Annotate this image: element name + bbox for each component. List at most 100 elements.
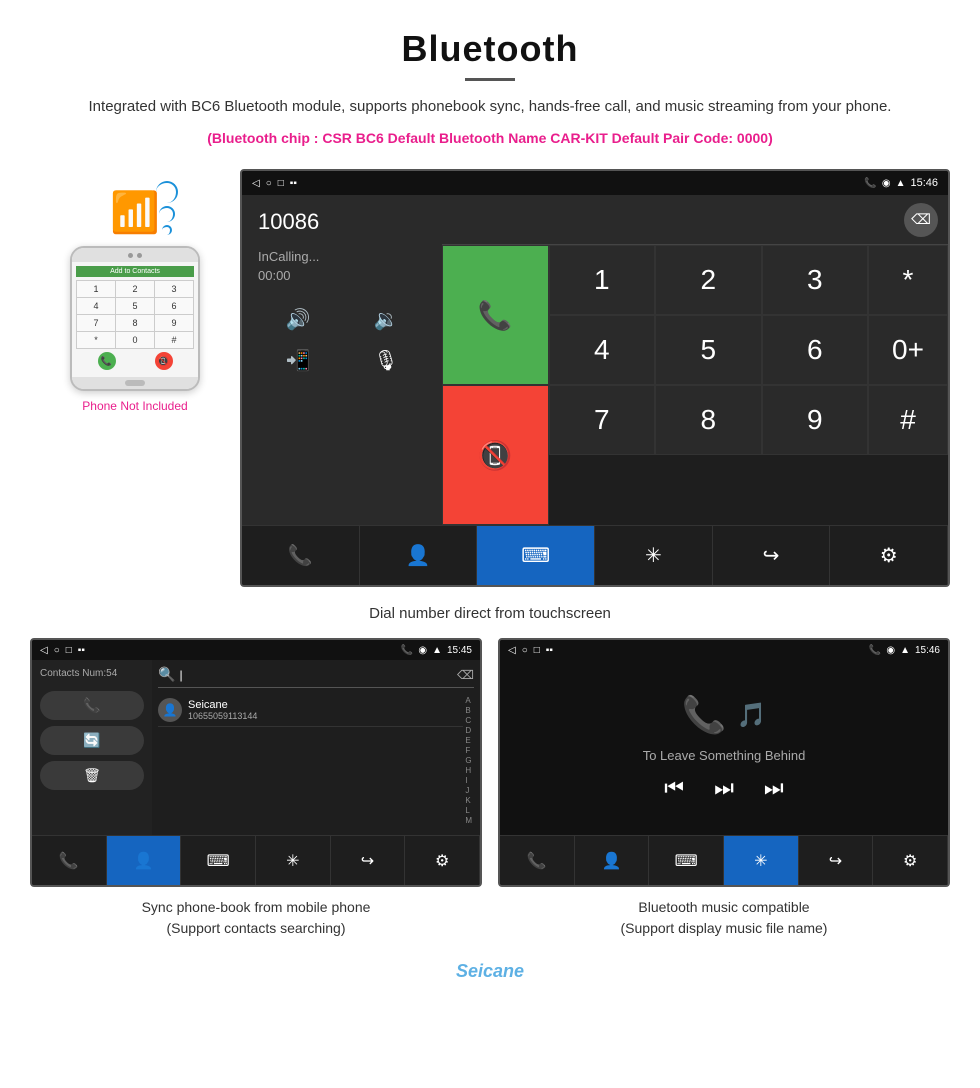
contacts-statusbar-right: 📞 ◉ ▲ 15:45 xyxy=(401,645,472,656)
numpad-key-hash[interactable]: # xyxy=(868,385,948,455)
music-controls: ⏮ ⏭ ⏭ xyxy=(664,775,783,801)
alpha-g[interactable]: G xyxy=(465,756,472,765)
numpad-key-1[interactable]: 1 xyxy=(549,245,656,315)
phone-key-6[interactable]: 6 xyxy=(155,298,193,314)
dial-btn-calls[interactable]: 📞 xyxy=(242,526,360,585)
alpha-l[interactable]: L xyxy=(465,806,472,815)
dial-timer: 00:00 xyxy=(258,268,426,283)
numpad-key-5[interactable]: 5 xyxy=(655,315,762,385)
phone-top-bar xyxy=(72,248,198,262)
contacts-left-panel: Contacts Num:54 📞 🔄 🗑 xyxy=(32,660,152,835)
dial-btn-dialpad[interactable]: ⌨ xyxy=(477,526,595,585)
phone-key-9[interactable]: 9 xyxy=(155,315,193,331)
contacts-nav-contacts[interactable]: 👤 xyxy=(107,836,182,885)
mic-icon[interactable]: 🎙 xyxy=(346,344,426,377)
transfer-icon[interactable]: 📲 xyxy=(258,344,338,377)
alpha-k[interactable]: K xyxy=(465,796,472,805)
alpha-j[interactable]: J xyxy=(465,786,472,795)
numpad-key-star[interactable]: * xyxy=(868,245,948,315)
phone-call-button[interactable]: 📞 xyxy=(98,352,116,370)
bluetooth-icon: 📶 xyxy=(110,191,160,235)
phone-status-icon: 📞 xyxy=(864,178,876,189)
header-description: Integrated with BC6 Bluetooth module, su… xyxy=(60,95,920,119)
dial-btn-settings[interactable]: ⚙ xyxy=(830,526,948,585)
alpha-i[interactable]: I xyxy=(465,776,472,785)
statusbar-time: 15:46 xyxy=(910,177,938,189)
music-nav-contacts[interactable]: 👤 xyxy=(575,836,650,885)
back-icon: ◁ xyxy=(252,178,260,189)
contacts-nav-calls[interactable]: 📞 xyxy=(32,836,107,885)
contacts-nav-dialpad[interactable]: ⌨ xyxy=(181,836,256,885)
play-pause-button[interactable]: ⏭ xyxy=(714,775,734,801)
dial-btn-bluetooth[interactable]: ✳ xyxy=(595,526,713,585)
phone-dot-2 xyxy=(137,253,142,258)
phone-key-7[interactable]: 7 xyxy=(77,315,115,331)
delete-action-button[interactable]: 🗑 xyxy=(40,761,144,790)
numpad-key-9[interactable]: 9 xyxy=(762,385,869,455)
contacts-nav-settings[interactable]: ⚙ xyxy=(405,836,480,885)
alpha-b[interactable]: B xyxy=(465,706,472,715)
next-track-button[interactable]: ⏭ xyxy=(764,775,784,801)
contacts-screen: ◁ ○ □ ▪▪ 📞 ◉ ▲ 15:45 Contacts Num:54 📞 🔄 xyxy=(30,638,482,887)
music-nav-settings[interactable]: ⚙ xyxy=(873,836,948,885)
phone-key-hash[interactable]: # xyxy=(155,332,193,348)
alpha-f[interactable]: F xyxy=(465,746,472,755)
main-section: 📶 Add to Contacts 1 2 xyxy=(0,169,980,988)
contacts-wifi-icon: ▲ xyxy=(432,645,442,656)
phone-key-3[interactable]: 3 xyxy=(155,281,193,297)
phone-bottom-nav xyxy=(72,377,198,389)
phone-key-1[interactable]: 1 xyxy=(77,281,115,297)
numpad-call-red[interactable]: 📵 xyxy=(442,385,549,525)
phone-key-star[interactable]: * xyxy=(77,332,115,348)
contacts-bottom-bar: 📞 👤 ⌨ ✳ ↪ ⚙ xyxy=(32,835,480,885)
alpha-a[interactable]: A xyxy=(465,696,472,705)
media-icon: ▪▪ xyxy=(290,178,297,189)
contact-item[interactable]: 👤 Seicane 10655059113144 xyxy=(158,694,463,727)
music-recents-icon: □ xyxy=(534,645,540,656)
contacts-nav-bluetooth[interactable]: ✳ xyxy=(256,836,331,885)
alpha-c[interactable]: C xyxy=(465,716,472,725)
volume-down-icon[interactable]: 🔉 xyxy=(346,303,426,336)
bluetooth-icon-wrap: 📶 xyxy=(110,189,160,236)
phone-key-4[interactable]: 4 xyxy=(77,298,115,314)
numpad-key-6[interactable]: 6 xyxy=(762,315,869,385)
music-nav-dialpad[interactable]: ⌨ xyxy=(649,836,724,885)
numpad-key-7[interactable]: 7 xyxy=(549,385,656,455)
phone-key-5[interactable]: 5 xyxy=(116,298,154,314)
numpad-key-0plus[interactable]: 0+ xyxy=(868,315,948,385)
volume-up-icon[interactable]: 🔊 xyxy=(258,303,338,336)
phone-key-2[interactable]: 2 xyxy=(116,281,154,297)
contacts-main: Contacts Num:54 📞 🔄 🗑 🔍 | ⌫ xyxy=(32,660,480,835)
prev-track-button[interactable]: ⏮ xyxy=(664,775,684,801)
numpad-call-green[interactable]: 📞 xyxy=(442,245,549,385)
numpad-key-8[interactable]: 8 xyxy=(655,385,762,455)
music-phone-icon: 📞 xyxy=(869,645,881,656)
backspace-button[interactable]: ⌫ xyxy=(904,203,938,237)
dial-btn-contacts[interactable]: 👤 xyxy=(360,526,478,585)
alpha-h[interactable]: H xyxy=(465,766,472,775)
music-nav-bluetooth[interactable]: ✳ xyxy=(724,836,799,885)
alpha-m[interactable]: M xyxy=(465,816,472,825)
phone-bottom-row: 📞 📵 xyxy=(76,349,194,373)
contacts-nav-transfer[interactable]: ↪ xyxy=(331,836,406,885)
alpha-e[interactable]: E xyxy=(465,736,472,745)
music-nav-calls[interactable]: 📞 xyxy=(500,836,575,885)
numpad-key-4[interactable]: 4 xyxy=(549,315,656,385)
phone-home-button[interactable] xyxy=(125,380,145,386)
music-home-icon: ○ xyxy=(522,645,528,656)
dial-btn-transfer[interactable]: ↪ xyxy=(713,526,831,585)
numpad-key-3[interactable]: 3 xyxy=(762,245,869,315)
alphabet-index: A B C D E F G H I J K L xyxy=(463,694,474,829)
contacts-right-panel: 🔍 | ⌫ 👤 Seicane 10655059113144 xyxy=(152,660,480,835)
phone-key-8[interactable]: 8 xyxy=(116,315,154,331)
phone-end-button[interactable]: 📵 xyxy=(155,352,173,370)
numpad-key-2[interactable]: 2 xyxy=(655,245,762,315)
phone-key-0[interactable]: 0 xyxy=(116,332,154,348)
call-action-button[interactable]: 📞 xyxy=(40,691,144,720)
alpha-d[interactable]: D xyxy=(465,726,472,735)
music-nav-transfer[interactable]: ↪ xyxy=(799,836,874,885)
sync-action-button[interactable]: 🔄 xyxy=(40,726,144,755)
title-divider xyxy=(465,78,515,81)
contacts-search-input[interactable]: | xyxy=(179,668,457,682)
contacts-statusbar-left: ◁ ○ □ ▪▪ xyxy=(40,645,85,656)
